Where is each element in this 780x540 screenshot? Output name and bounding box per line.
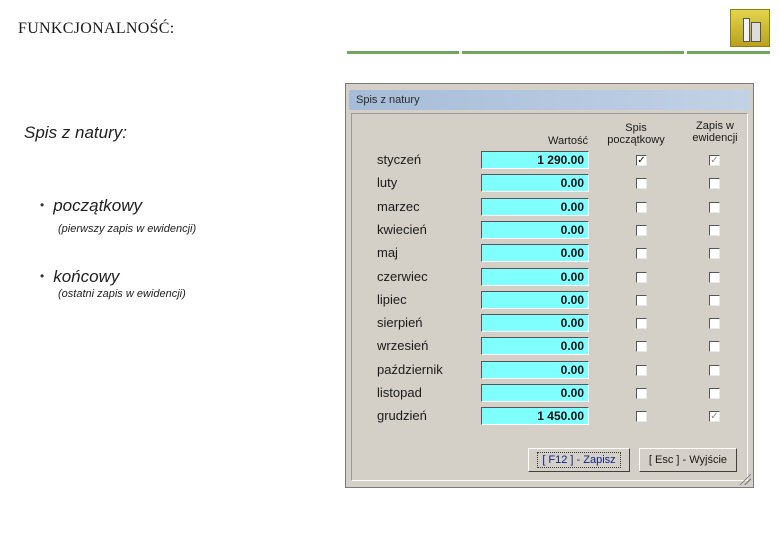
value-field[interactable]: 0.00 (481, 290, 589, 309)
recorded-checkbox[interactable] (709, 318, 720, 330)
recorded-checkbox[interactable] (709, 388, 720, 399)
initial-inventory-checkbox[interactable] (636, 178, 647, 190)
initial-inventory-checkbox[interactable] (636, 201, 647, 213)
month-row: czerwiec 0.00 (346, 267, 755, 289)
month-row: luty 0.00 (346, 173, 755, 195)
section-heading: Spis z natury: (24, 123, 127, 142)
value-field[interactable]: 0.00 (481, 197, 589, 216)
initial-inventory-checkbox[interactable] (636, 341, 647, 353)
month-label: wrzesień (377, 338, 429, 354)
slide-title: FUNKCJONALNOŚĆ: (18, 20, 175, 37)
month-label: marzec (377, 198, 420, 214)
initial-inventory-checkbox[interactable] (636, 294, 647, 306)
save-button[interactable]: [ F12 ] - Zapisz (528, 448, 630, 472)
value-field[interactable]: 0.00 (481, 220, 589, 239)
recorded-checkbox[interactable] (709, 341, 720, 353)
initial-inventory-checkbox[interactable] (636, 224, 647, 236)
month-row: kwiecień 0.00 (346, 220, 755, 242)
value-field[interactable]: 0.00 (481, 244, 589, 263)
initial-inventory-checkbox[interactable] (636, 271, 647, 283)
recorded-checkbox[interactable]: ✓ (709, 155, 720, 166)
initial-inventory-checkbox[interactable] (636, 318, 647, 330)
bullet-label: końcowy (53, 267, 120, 286)
initial-inventory-checkbox[interactable] (636, 364, 647, 376)
header-divider (347, 51, 770, 54)
value-field[interactable]: 0.00 (481, 174, 589, 193)
column-header-recorded: Zapis w ewidencji (692, 120, 738, 144)
month-row: sierpień 0.00 (346, 313, 755, 335)
column-header-value: Wartość (548, 135, 588, 147)
recorded-checkbox[interactable] (709, 178, 720, 190)
value-field[interactable]: 0.00 (481, 337, 589, 356)
recorded-checkbox[interactable] (709, 224, 720, 236)
month-row: grudzień 1 450.00 ✓ (346, 406, 755, 428)
month-label: grudzień (377, 408, 427, 424)
month-row: wrzesień 0.00 (346, 336, 755, 358)
value-field[interactable]: 0.00 (481, 360, 589, 379)
month-row: październik 0.00 (346, 360, 755, 382)
column-header-initial: Spis początkowy (607, 122, 665, 146)
month-label: listopad (377, 385, 422, 400)
recorded-checkbox[interactable] (709, 248, 720, 260)
bullet-dot-icon: • (40, 198, 45, 212)
resize-grip-icon[interactable] (739, 473, 751, 485)
month-row: lipiec 0.00 (346, 290, 755, 312)
exit-button[interactable]: [ Esc ] - Wyjście (639, 448, 737, 472)
initial-inventory-checkbox[interactable] (636, 388, 647, 399)
bullet-note: (pierwszy zapis w ewidencji) (58, 223, 197, 235)
month-label: maj (377, 245, 398, 261)
recorded-checkbox[interactable] (709, 201, 720, 213)
bullet-label: początkowy (53, 196, 143, 215)
bullet-initial: • początkowy (40, 196, 142, 216)
dialog-title: Spis z natury (356, 94, 420, 106)
month-label: styczeń (377, 152, 422, 167)
recorded-checkbox[interactable] (709, 271, 720, 283)
month-label: czerwiec (377, 268, 428, 284)
month-label: sierpień (377, 315, 423, 331)
bullet-dot-icon: • (40, 269, 45, 283)
value-field[interactable]: 0.00 (481, 267, 589, 286)
month-row: maj 0.00 (346, 243, 755, 265)
value-field[interactable]: 0.00 (481, 314, 589, 333)
bullet-note: (ostatni zapis w ewidencji) (58, 288, 186, 300)
inventory-dialog: Spis z natury Wartość Spis początkowy Za… (345, 83, 754, 488)
logo-icon (730, 9, 770, 47)
month-row: listopad 0.00 (346, 383, 755, 405)
recorded-checkbox[interactable] (709, 294, 720, 306)
value-field[interactable]: 1 450.00 (481, 407, 589, 426)
month-row: styczeń 1 290.00 ✓ ✓ (346, 150, 755, 172)
recorded-checkbox[interactable]: ✓ (709, 411, 720, 423)
month-label: lipiec (377, 291, 407, 307)
initial-inventory-checkbox[interactable]: ✓ (636, 155, 647, 166)
month-label: kwiecień (377, 221, 427, 237)
dialog-titlebar[interactable]: Spis z natury (349, 90, 750, 110)
value-field[interactable]: 0.00 (481, 384, 589, 402)
month-label: październik (377, 361, 443, 377)
recorded-checkbox[interactable] (709, 364, 720, 376)
value-field[interactable]: 1 290.00 (481, 151, 589, 169)
initial-inventory-checkbox[interactable] (636, 248, 647, 260)
initial-inventory-checkbox[interactable] (636, 411, 647, 423)
month-label: luty (377, 175, 398, 191)
month-row: marzec 0.00 (346, 197, 755, 219)
bullet-final: • końcowy (40, 267, 119, 287)
